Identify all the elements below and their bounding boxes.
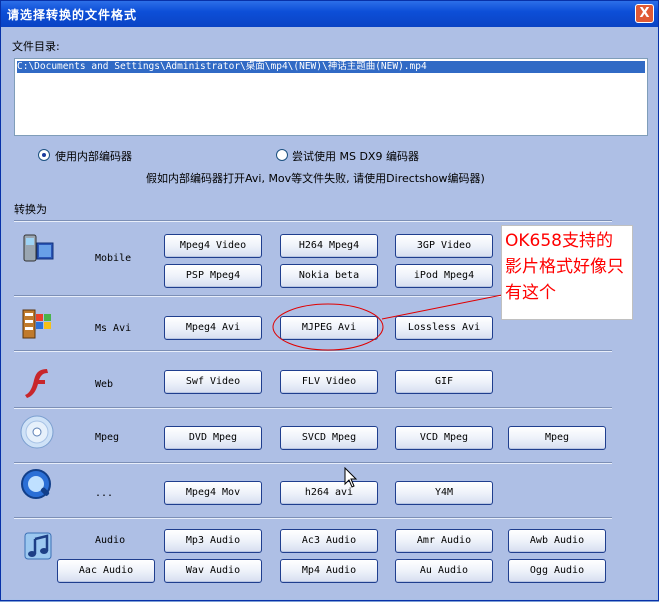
format-button-dvd-mpeg[interactable]: DVD Mpeg [164,426,262,450]
format-button-h264-mpeg4[interactable]: H264 Mpeg4 [280,234,378,258]
radio-internal-encoder[interactable] [38,149,50,161]
format-button-svcd-mpeg[interactable]: SVCD Mpeg [280,426,378,450]
category-mobile: Mobile [95,253,132,264]
format-button-ogg-audio[interactable]: Ogg Audio [508,559,606,583]
flash-icon [25,369,48,398]
radio-internal-label[interactable]: 使用内部编码器 [55,148,132,164]
radio-dx9-encoder[interactable] [276,149,288,161]
format-button-vcd-mpeg[interactable]: VCD Mpeg [395,426,493,450]
format-button-mpeg4-mov[interactable]: Mpeg4 Mov [164,481,262,505]
format-button-lossless-avi[interactable]: Lossless Avi [395,316,493,340]
format-button-awb-audio[interactable]: Awb Audio [508,529,606,553]
format-button-mpeg[interactable]: Mpeg [508,426,606,450]
category-web: Web [95,379,114,390]
format-button-h264-avi[interactable]: h264 avi [280,481,378,505]
category-audio: Audio [95,535,126,546]
format-button-swf-video[interactable]: Swf Video [164,370,262,394]
format-button-ac3-audio[interactable]: Ac3 Audio [280,529,378,553]
close-button[interactable]: X [635,4,654,23]
row-divider [14,517,612,519]
format-button-mpeg4-avi[interactable]: Mpeg4 Avi [164,316,262,340]
format-button-aac-audio[interactable]: Aac Audio [57,559,155,583]
format-button-psp-mpeg4[interactable]: PSP Mpeg4 [164,264,262,288]
format-button-amr-audio[interactable]: Amr Audio [395,529,493,553]
format-button-wav-audio[interactable]: Wav Audio [164,559,262,583]
format-button-3gp-video[interactable]: 3GP Video [395,234,493,258]
radio-dx9-label[interactable]: 尝试使用 MS DX9 编码器 [292,148,419,164]
annotation-note: OK658支持的影片格式好像只有这个 [501,225,633,320]
encoder-hint: 假如内部编码器打开Avi, Mov等文件失败, 请使用Directshow编码器… [146,172,485,185]
format-button-mpeg4-video[interactable]: Mpeg4 Video [164,234,262,258]
radio-selected-dot [42,153,46,157]
window-title: 请选择转换的文件格式 [7,8,138,22]
format-button-gif[interactable]: GIF [395,370,493,394]
mobile-phone-icon [23,234,54,262]
file-list-item[interactable]: C:\Documents and Settings\Administrator\… [17,61,645,73]
row-divider [14,350,612,352]
file-dir-label: 文件目录: [12,40,60,53]
format-button-y4m[interactable]: Y4M [395,481,493,505]
music-note-icon [24,532,52,560]
row-divider [14,462,612,464]
format-button-mjpeg-avi[interactable]: MJPEG Avi [280,316,378,340]
mouse-cursor-icon [344,467,358,488]
format-button-nokia-beta[interactable]: Nokia beta [280,264,378,288]
format-button-mp4-audio[interactable]: Mp4 Audio [280,559,378,583]
format-button-ipod-mpeg4[interactable]: iPod Mpeg4 [395,264,493,288]
category-other: ... [95,488,114,499]
convert-dialog: 请选择转换的文件格式 X 文件目录: C:\Documents and Sett… [0,0,659,601]
title-bar: 请选择转换的文件格式 X [1,1,658,27]
quicktime-icon [21,469,51,499]
format-button-mp3-audio[interactable]: Mp3 Audio [164,529,262,553]
convert-to-label: 转换为 [14,203,47,216]
windows-avi-icon [22,309,51,339]
row-divider [14,220,612,222]
category-ms-avi: Ms Avi [95,323,132,334]
row-divider [14,407,612,409]
format-button-au-audio[interactable]: Au Audio [395,559,493,583]
category-mpeg: Mpeg [95,432,120,443]
disc-icon [20,415,54,449]
file-list-box[interactable]: C:\Documents and Settings\Administrator\… [14,58,648,136]
format-button-flv-video[interactable]: FLV Video [280,370,378,394]
